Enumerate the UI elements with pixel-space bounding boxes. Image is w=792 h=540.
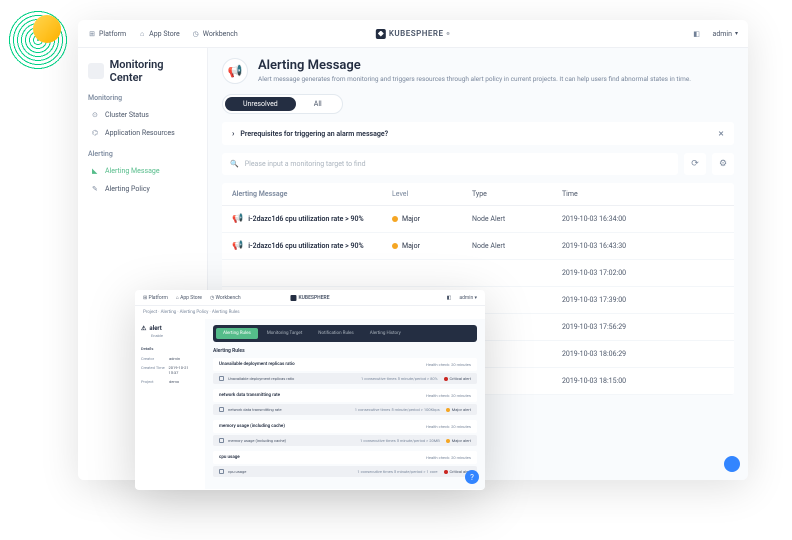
grid-icon: ⊞ [88,30,96,38]
sidebar-item-alerting-message[interactable]: ◣Alerting Message [88,162,197,180]
rule-row[interactable]: cpu usage1 consecutive times 5 minute/pe… [213,466,477,477]
severity-dot [444,377,448,381]
decoration [8,10,78,80]
overlay-tab[interactable]: Alerting History [363,328,408,339]
rule-group-header[interactable]: network data transmitting rateHealth che… [213,389,477,402]
sidebar-item-alerting-policy[interactable]: ✎Alerting Policy [88,180,197,198]
megaphone-icon: 📢 [232,241,243,251]
notification-icon[interactable]: ◧ [447,295,452,301]
checkbox-icon [219,407,224,412]
page-title: Alerting Message [258,58,691,73]
detail-row: Creatoradmin [141,354,199,363]
table-row[interactable]: 📢2019-10-03 17:02:00 [222,260,734,287]
sidebar-item-app-resources[interactable]: ⌬Application Resources [88,124,197,142]
appstore-icon: ⌂ [138,30,146,38]
rule-group: network data transmitting rateHealth che… [213,389,477,415]
megaphone-icon: 📢 [232,214,243,224]
user-menu[interactable]: admin▾ [713,30,738,38]
checkbox-icon [219,469,224,474]
nav-workbench[interactable]: ◷ Workbench [210,295,241,301]
checkbox-icon [219,438,224,443]
megaphone-icon: ◣ [92,167,100,175]
rule-row[interactable]: Unavailable deployment replicas ratio1 c… [213,373,477,384]
overlay-topbar: ⊞ Platform ⌂ App Store ◷ Workbench KUBES… [135,290,485,306]
overlay-tabs: Alerting RulesMonitoring TargetNotificat… [213,325,477,342]
close-icon[interactable]: ✕ [718,130,724,138]
nav-platform[interactable]: ⊞ Platform [143,295,168,301]
rule-group: cpu usageHealth check: 20 minutes cpu usa… [213,451,477,477]
topbar: ⊞Platform ⌂App Store ◷Workbench KUBESPHE… [78,20,748,48]
resources-icon: ⌬ [92,129,100,137]
logo-icon [376,29,386,39]
sidebar-item-cluster-status[interactable]: ⊙Cluster Status [88,106,197,124]
table-row[interactable]: 📢i-2dazc1d6 cpu utilization rate > 90%Ma… [222,206,734,233]
sidebar-section-monitoring: Monitoring [88,94,197,102]
severity-dot [446,439,450,443]
workbench-icon: ◷ [192,30,200,38]
table-header: Alerting Message Level Type Time [222,183,734,206]
rule-row[interactable]: network data transmitting rate1 consecut… [213,404,477,415]
settings-button[interactable]: ⚙ [712,153,734,175]
checkbox-icon [219,376,224,381]
tab-unresolved[interactable]: Unresolved [225,97,296,111]
section-title: Alerting Rules [213,348,477,354]
help-fab[interactable]: ? [465,470,479,484]
chevron-right-icon: › [232,129,234,138]
severity-dot [444,470,448,474]
overlay-window: ⊞ Platform ⌂ App Store ◷ Workbench KUBES… [135,290,485,490]
page-description: Alert message generates from monitoring … [258,75,691,83]
breadcrumb[interactable]: Project · Alerting · Alerting Policy · A… [135,306,485,319]
detail-row: Projectdemo [141,377,199,386]
rule-group-header[interactable]: cpu usageHealth check: 20 minutes [213,451,477,464]
details-label: Details [141,346,199,351]
prerequisites-banner[interactable]: › Prerequisites for triggering an alarm … [222,122,734,145]
alert-status: Enable [151,333,199,338]
search-input[interactable]: 🔍 Please input a monitoring target to fi… [222,153,678,175]
chevron-down-icon: ▾ [735,30,738,37]
nav-appstore[interactable]: ⌂App Store [138,30,180,38]
overlay-main: Alerting RulesMonitoring TargetNotificat… [205,319,485,489]
rule-group-header[interactable]: memory usage (including cache)Health che… [213,420,477,433]
help-fab[interactable] [724,456,740,472]
rule-group-header[interactable]: Unavailable deployment replicas ratioHea… [213,358,477,371]
brand-logo: KUBESPHERE® [376,29,450,39]
cluster-icon: ⊙ [92,111,100,119]
nav-appstore[interactable]: ⌂ App Store [176,295,202,301]
nav-workbench[interactable]: ◷Workbench [192,30,238,38]
severity-dot [446,408,450,412]
detail-row: Created Time2019-10-21 15:37 [141,363,199,377]
severity-dot [392,243,398,249]
rule-row[interactable]: memory usage (including cache)1 consecut… [213,435,477,446]
sidebar-title: Monitoring Center [88,58,197,84]
alert-name: ⚠alert [141,325,199,332]
rule-group: Unavailable deployment replicas ratioHea… [213,358,477,384]
filter-tabs: Unresolved All [222,94,343,114]
user-menu[interactable]: admin ▾ [459,295,477,301]
alert-icon: ⚠ [141,325,146,332]
page-megaphone-icon: 📢 [222,58,248,84]
policy-icon: ✎ [92,185,100,193]
notification-icon[interactable]: ◧ [693,30,701,38]
nav-platform[interactable]: ⊞Platform [88,30,126,38]
sidebar-section-alerting: Alerting [88,150,197,158]
monitoring-center-icon [88,63,104,79]
overlay-tab[interactable]: Alerting Rules [216,328,258,339]
rule-group: memory usage (including cache)Health che… [213,420,477,446]
refresh-button[interactable]: ⟳ [684,153,706,175]
tab-all[interactable]: All [296,97,340,111]
overlay-tab[interactable]: Monitoring Target [260,328,309,339]
table-row[interactable]: 📢i-2dazc1d6 cpu utilization rate > 90%Ma… [222,233,734,260]
severity-dot [392,216,398,222]
overlay-tab[interactable]: Notification Rules [311,328,360,339]
brand-logo: KUBESPHERE [290,295,329,301]
search-icon: 🔍 [230,160,239,168]
overlay-sidebar: ⚠alert Enable Details CreatoradminCreate… [135,319,205,489]
